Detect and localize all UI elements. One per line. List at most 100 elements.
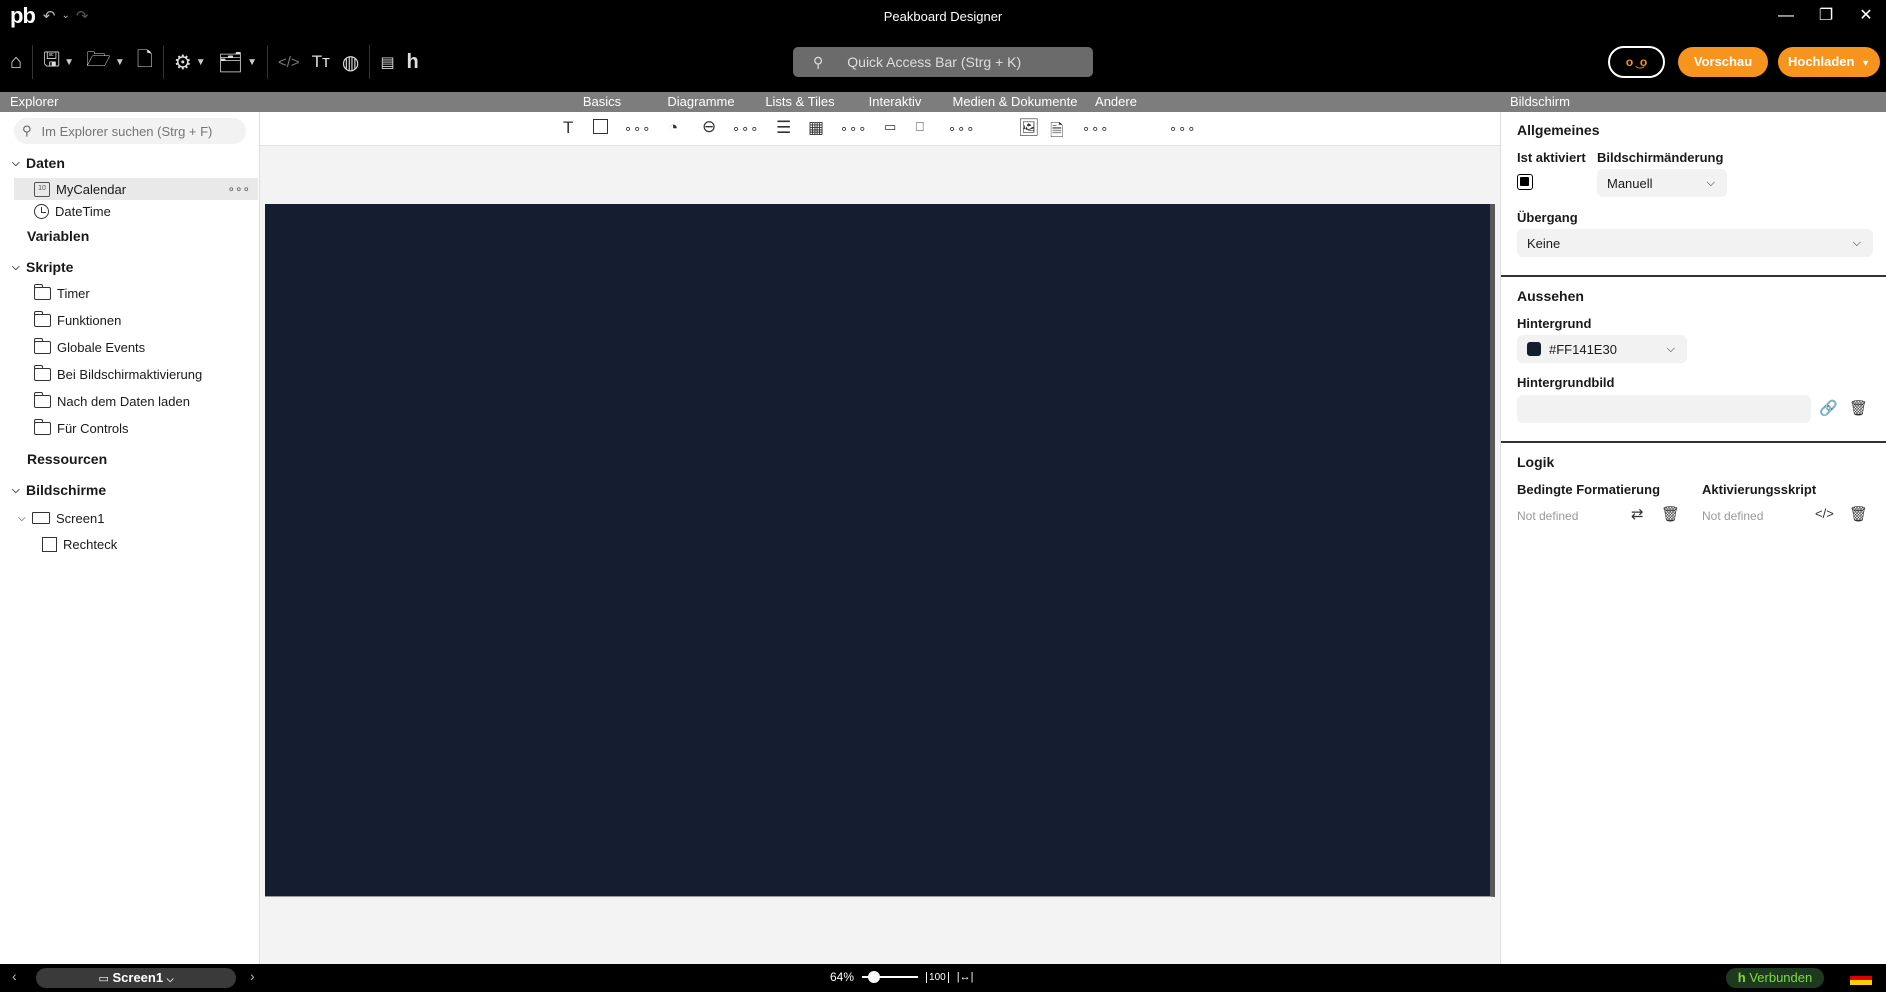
list-tool-icon[interactable]: ☰ [776,118,791,138]
control-item-rechteck[interactable]: Rechteck [42,533,117,555]
chevron-down-icon[interactable]: ⌵ [12,485,26,496]
quick-access-bar[interactable]: ⚲ Quick Access Bar (Strg + K) [793,47,1093,77]
section-allgemeines: Allgemeines [1517,122,1600,138]
chevron-down-icon[interactable]: ⌵ [12,262,26,273]
hub-icon[interactable]: h [407,51,419,74]
ist-aktiviert-checkbox[interactable] [1517,174,1533,190]
button-tool-icon[interactable]: ▭ [884,119,896,135]
actual-size-icon[interactable]: 100 [926,971,949,983]
fit-width-icon[interactable]: |↔| [957,971,974,983]
more-options-icon[interactable]: ∘∘∘ [227,182,250,196]
data-item-datetime[interactable]: DateTime [34,200,111,222]
trash-icon[interactable]: 🗑 [1661,505,1680,523]
more-media-icon[interactable]: ∘∘∘ [1082,121,1109,137]
script-item-fuer-controls[interactable]: Für Controls [34,417,129,439]
more-other-icon[interactable]: ∘∘∘ [1169,121,1196,137]
pie-chart-tool-icon[interactable]: ◔ [668,118,678,138]
german-flag-icon[interactable] [1850,971,1872,985]
tab-lists-tiles[interactable]: Lists & Tiles [760,94,840,109]
chevron-down-icon[interactable]: ▼ [247,57,257,68]
code-icon[interactable]: </> [1815,506,1834,521]
chevron-down-icon: ⌵ [1666,342,1675,355]
more-lists-icon[interactable]: ∘∘∘ [840,121,867,137]
chevron-down-icon[interactable]: ⌵ [12,158,26,169]
text-size-icon[interactable]: Tт [312,52,330,72]
script-item-bildschirmaktivierung[interactable]: Bei Bildschirmaktivierung [34,363,202,385]
assistant-icon[interactable]: o ͜ o [1608,46,1665,78]
divider [1501,441,1886,443]
preview-button[interactable]: Vorschau [1678,47,1768,77]
table-tool-icon[interactable]: ▦ [808,118,824,138]
upload-button[interactable]: Hochladen ▼ [1778,47,1880,77]
script-item-nach-daten-laden[interactable]: Nach dem Daten laden [34,390,190,412]
home-icon[interactable]: ⌂ [10,51,22,74]
redo-icon[interactable]: ↷ [76,7,89,25]
hintergrundbild-input[interactable] [1517,395,1811,423]
explorer-search[interactable]: ⚲ [14,118,246,144]
script-item-globale-events[interactable]: Globale Events [34,336,145,358]
undo-dropdown-icon[interactable]: ⌄ [61,7,69,25]
section-ressourcen[interactable]: Ressourcen [27,451,107,467]
gear-icon[interactable]: ⚙ [174,50,192,75]
hintergrund-color-picker[interactable]: #FF141E30 ⌵ [1517,335,1687,363]
tab-medien-dokumente[interactable]: Medien & Dokumente [950,94,1080,109]
bildschirmaenderung-select[interactable]: Manuell ⌵ [1597,169,1727,197]
more-interactive-icon[interactable]: ∘∘∘ [948,121,975,137]
color-swatch [1527,342,1541,356]
uebergang-select[interactable]: Keine ⌵ [1517,229,1873,257]
trash-icon[interactable]: 🗑 [1849,399,1868,417]
gauge-tool-icon[interactable]: ⊖ [702,117,716,137]
undo-icon[interactable]: ↶ [43,7,56,25]
link-icon[interactable]: 🔗 [1819,399,1838,417]
tab-interaktiv[interactable]: Interaktiv [860,94,930,109]
more-diagrams-icon[interactable]: ∘∘∘ [732,121,759,137]
save-icon[interactable]: 🖫 [43,45,60,79]
section-daten[interactable]: ⌵ Daten [12,155,65,171]
tab-diagramme[interactable]: Diagramme [656,94,746,109]
text-tool-icon[interactable]: T [563,118,573,138]
tab-basics[interactable]: Basics [582,94,622,109]
section-variablen[interactable]: Variablen [27,228,89,244]
chevron-down-icon[interactable]: ▼ [115,57,125,68]
code-editor-icon[interactable]: ▤ [380,53,394,71]
screen-item-screen1[interactable]: ⌵ Screen1 [18,507,104,529]
section-skripte[interactable]: ⌵ Skripte [12,259,73,275]
explorer-search-input[interactable] [41,123,222,139]
chevron-left-icon[interactable]: ‹ [12,968,17,984]
textbox-tool-icon[interactable]: ⎕ [916,119,924,135]
open-folder-icon[interactable]: 🗁 [86,45,111,79]
pdf-tool-icon[interactable]: 🗎 [1050,118,1064,147]
script-item-funktionen[interactable]: Funktionen [34,309,121,331]
chevron-down-icon[interactable]: ⌵ [18,513,32,524]
calendar-icon: 10 [34,181,50,197]
new-file-icon[interactable]: 🗋 [137,45,153,79]
restore-icon[interactable]: ❐ [1806,0,1846,32]
tab-andere[interactable]: Andere [1088,94,1144,109]
chevron-down-icon[interactable]: ▼ [196,57,206,68]
properties-panel: Allgemeines Ist aktiviert Bildschirmände… [1500,112,1886,964]
script-item-timer[interactable]: Timer [34,282,90,304]
settings-folder-icon[interactable]: 🗂 [218,50,243,75]
more-basics-icon[interactable]: ∘∘∘ [624,121,651,137]
zoom-slider[interactable] [862,971,919,983]
minimize-icon[interactable]: — [1766,0,1806,32]
image-tool-icon[interactable]: 🖼 [1018,118,1040,138]
section-logik: Logik [1517,454,1555,470]
zoom-slider-handle[interactable] [868,971,881,983]
screen-canvas[interactable] [265,204,1495,897]
code-icon[interactable]: </> [278,54,300,71]
chevron-down-icon[interactable]: ▼ [64,57,74,68]
screen-selector[interactable]: ▭ Screen1 ⌵ [36,968,236,988]
palette-icon[interactable]: ◍ [342,50,359,75]
connection-status-badge: h Verbunden [1726,968,1824,988]
close-icon[interactable]: ✕ [1846,0,1886,32]
trash-icon[interactable]: 🗑 [1849,505,1868,523]
quick-access-placeholder: Quick Access Bar (Strg + K) [847,54,1022,70]
rectangle-tool-icon[interactable] [593,119,608,134]
section-bildschirme[interactable]: ⌵ Bildschirme [12,482,106,498]
conditional-format-icon[interactable]: ⇄ [1631,505,1644,523]
element-toolbar: T ∘∘∘ ◔ ⊖ ∘∘∘ ☰ ▦ ∘∘∘ ▭ ⎕ ∘∘∘ 🖼 🗎 ∘∘∘ ∘∘… [260,112,1500,146]
zoom-control: 64% 100 |↔| [830,970,973,984]
data-item-mycalendar[interactable]: 10 MyCalendar ∘∘∘ [14,178,258,200]
chevron-right-icon[interactable]: › [250,968,255,984]
